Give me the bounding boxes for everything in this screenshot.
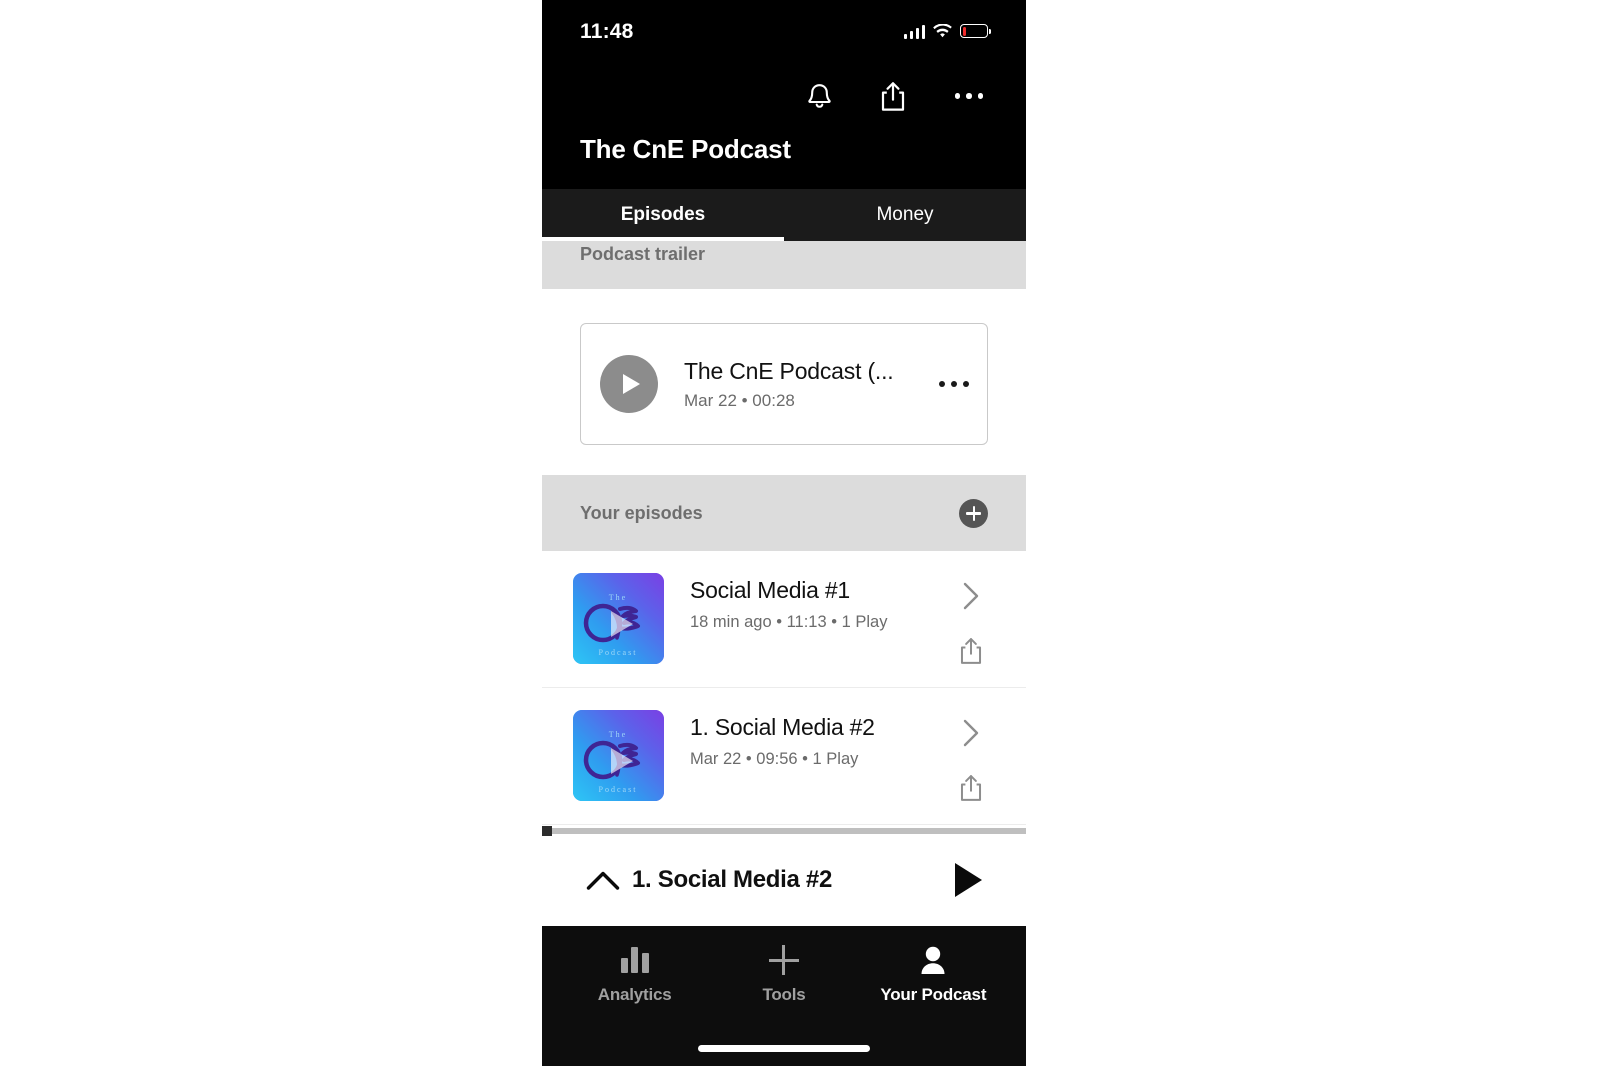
episode-actions bbox=[954, 710, 988, 802]
bottom-navigation: Analytics Tools Your Podcast bbox=[542, 926, 1026, 1066]
wifi-icon bbox=[933, 23, 952, 37]
section-header-podcast-trailer: Podcast trailer bbox=[542, 241, 1026, 289]
episode-title: 1. Social Media #2 bbox=[690, 714, 875, 740]
svg-text:The: The bbox=[609, 730, 627, 739]
home-indicator-area bbox=[542, 1005, 1026, 1066]
plus-circle-icon[interactable] bbox=[959, 498, 988, 528]
section-header-your-episodes: Your episodes bbox=[542, 475, 1026, 551]
list-item[interactable]: The Podcast Social Media #1 18 min ago •… bbox=[542, 551, 1026, 688]
plus-icon bbox=[768, 944, 799, 976]
episodes-scroll-area[interactable]: Podcast trailer The CnE Podcast (... Mar… bbox=[542, 241, 1026, 828]
share-icon[interactable] bbox=[959, 774, 983, 802]
page-title: The CnE Podcast bbox=[580, 134, 791, 164]
cellular-signal-icon bbox=[903, 24, 925, 39]
chevron-right-icon[interactable] bbox=[962, 581, 980, 611]
mini-player-expand[interactable]: 1. Social Media #2 bbox=[586, 866, 832, 894]
nav-item-your-podcast[interactable]: Your Podcast bbox=[859, 944, 1007, 1005]
episode-text: Social Media #1 18 min ago • 11:13 • 1 P… bbox=[690, 573, 954, 632]
podcast-trailer-meta: Mar 22 • 00:28 bbox=[684, 390, 795, 410]
svg-text:Podcast: Podcast bbox=[599, 785, 638, 794]
bottom-nav-items: Analytics Tools Your Podcast bbox=[542, 944, 1026, 1005]
battery-low-icon bbox=[960, 24, 991, 38]
more-options-icon[interactable] bbox=[950, 93, 988, 99]
playback-progress-knob[interactable] bbox=[542, 826, 552, 836]
episode-artwork: The Podcast bbox=[573, 573, 664, 664]
chevron-right-icon[interactable] bbox=[962, 718, 980, 748]
chevron-up-icon[interactable] bbox=[586, 869, 620, 891]
play-icon[interactable] bbox=[955, 863, 982, 897]
section-header-label: Your episodes bbox=[580, 502, 703, 523]
status-bar: 11:48 bbox=[542, 0, 1026, 62]
svg-text:Podcast: Podcast bbox=[599, 648, 638, 657]
svg-text:The: The bbox=[609, 593, 627, 602]
bar-chart-icon bbox=[620, 944, 649, 976]
mini-player-row: 1. Social Media #2 bbox=[542, 834, 1026, 926]
episode-meta: 18 min ago • 11:13 • 1 Play bbox=[690, 613, 888, 631]
tab-active-indicator bbox=[542, 237, 784, 241]
podcast-trailer-card[interactable]: The CnE Podcast (... Mar 22 • 00:28 bbox=[580, 323, 988, 445]
header-actions bbox=[580, 62, 988, 130]
episode-actions bbox=[954, 573, 988, 665]
podcast-trailer-container: The CnE Podcast (... Mar 22 • 00:28 bbox=[542, 289, 1026, 475]
podcast-trailer-text: The CnE Podcast (... Mar 22 • 00:28 bbox=[684, 358, 925, 411]
playback-progress-bar[interactable] bbox=[542, 826, 1026, 836]
phone-screen: 11:48 The CnE Podcast Episodes Money Pod… bbox=[542, 0, 1026, 1066]
play-icon[interactable] bbox=[600, 355, 658, 413]
episode-meta: Mar 22 • 09:56 • 1 Play bbox=[690, 750, 859, 768]
list-item[interactable]: The Podcast 1. Social Media #2 Mar 22 • … bbox=[542, 688, 1026, 825]
episode-artwork: The Podcast bbox=[573, 710, 664, 801]
tab-bar: Episodes Money bbox=[542, 189, 1026, 241]
status-bar-clock: 11:48 bbox=[580, 19, 634, 43]
more-options-icon[interactable] bbox=[925, 381, 969, 387]
podcast-header: The CnE Podcast bbox=[542, 62, 1026, 189]
podcast-trailer-title: The CnE Podcast (... bbox=[684, 357, 894, 384]
tab-money[interactable]: Money bbox=[784, 189, 1026, 241]
section-header-label: Podcast trailer bbox=[580, 244, 706, 264]
mini-player-title: 1. Social Media #2 bbox=[632, 866, 833, 893]
nav-label: Analytics bbox=[597, 985, 672, 1004]
nav-item-analytics[interactable]: Analytics bbox=[561, 944, 709, 1005]
episode-text: 1. Social Media #2 Mar 22 • 09:56 • 1 Pl… bbox=[690, 710, 954, 769]
nav-label: Your Podcast bbox=[880, 985, 987, 1004]
person-icon bbox=[919, 944, 947, 976]
status-bar-indicators bbox=[903, 23, 991, 39]
nav-label: Tools bbox=[762, 985, 806, 1004]
share-icon[interactable] bbox=[959, 637, 983, 665]
page-canvas: 11:48 The CnE Podcast Episodes Money Pod… bbox=[0, 0, 1600, 1066]
mini-player: 1. Social Media #2 bbox=[542, 826, 1026, 926]
share-icon[interactable] bbox=[876, 79, 910, 113]
nav-item-tools[interactable]: Tools bbox=[710, 944, 858, 1005]
home-indicator[interactable] bbox=[698, 1045, 870, 1052]
episode-title: Social Media #1 bbox=[690, 577, 850, 603]
tab-episodes[interactable]: Episodes bbox=[542, 189, 784, 241]
notifications-bell-icon[interactable] bbox=[802, 79, 836, 113]
